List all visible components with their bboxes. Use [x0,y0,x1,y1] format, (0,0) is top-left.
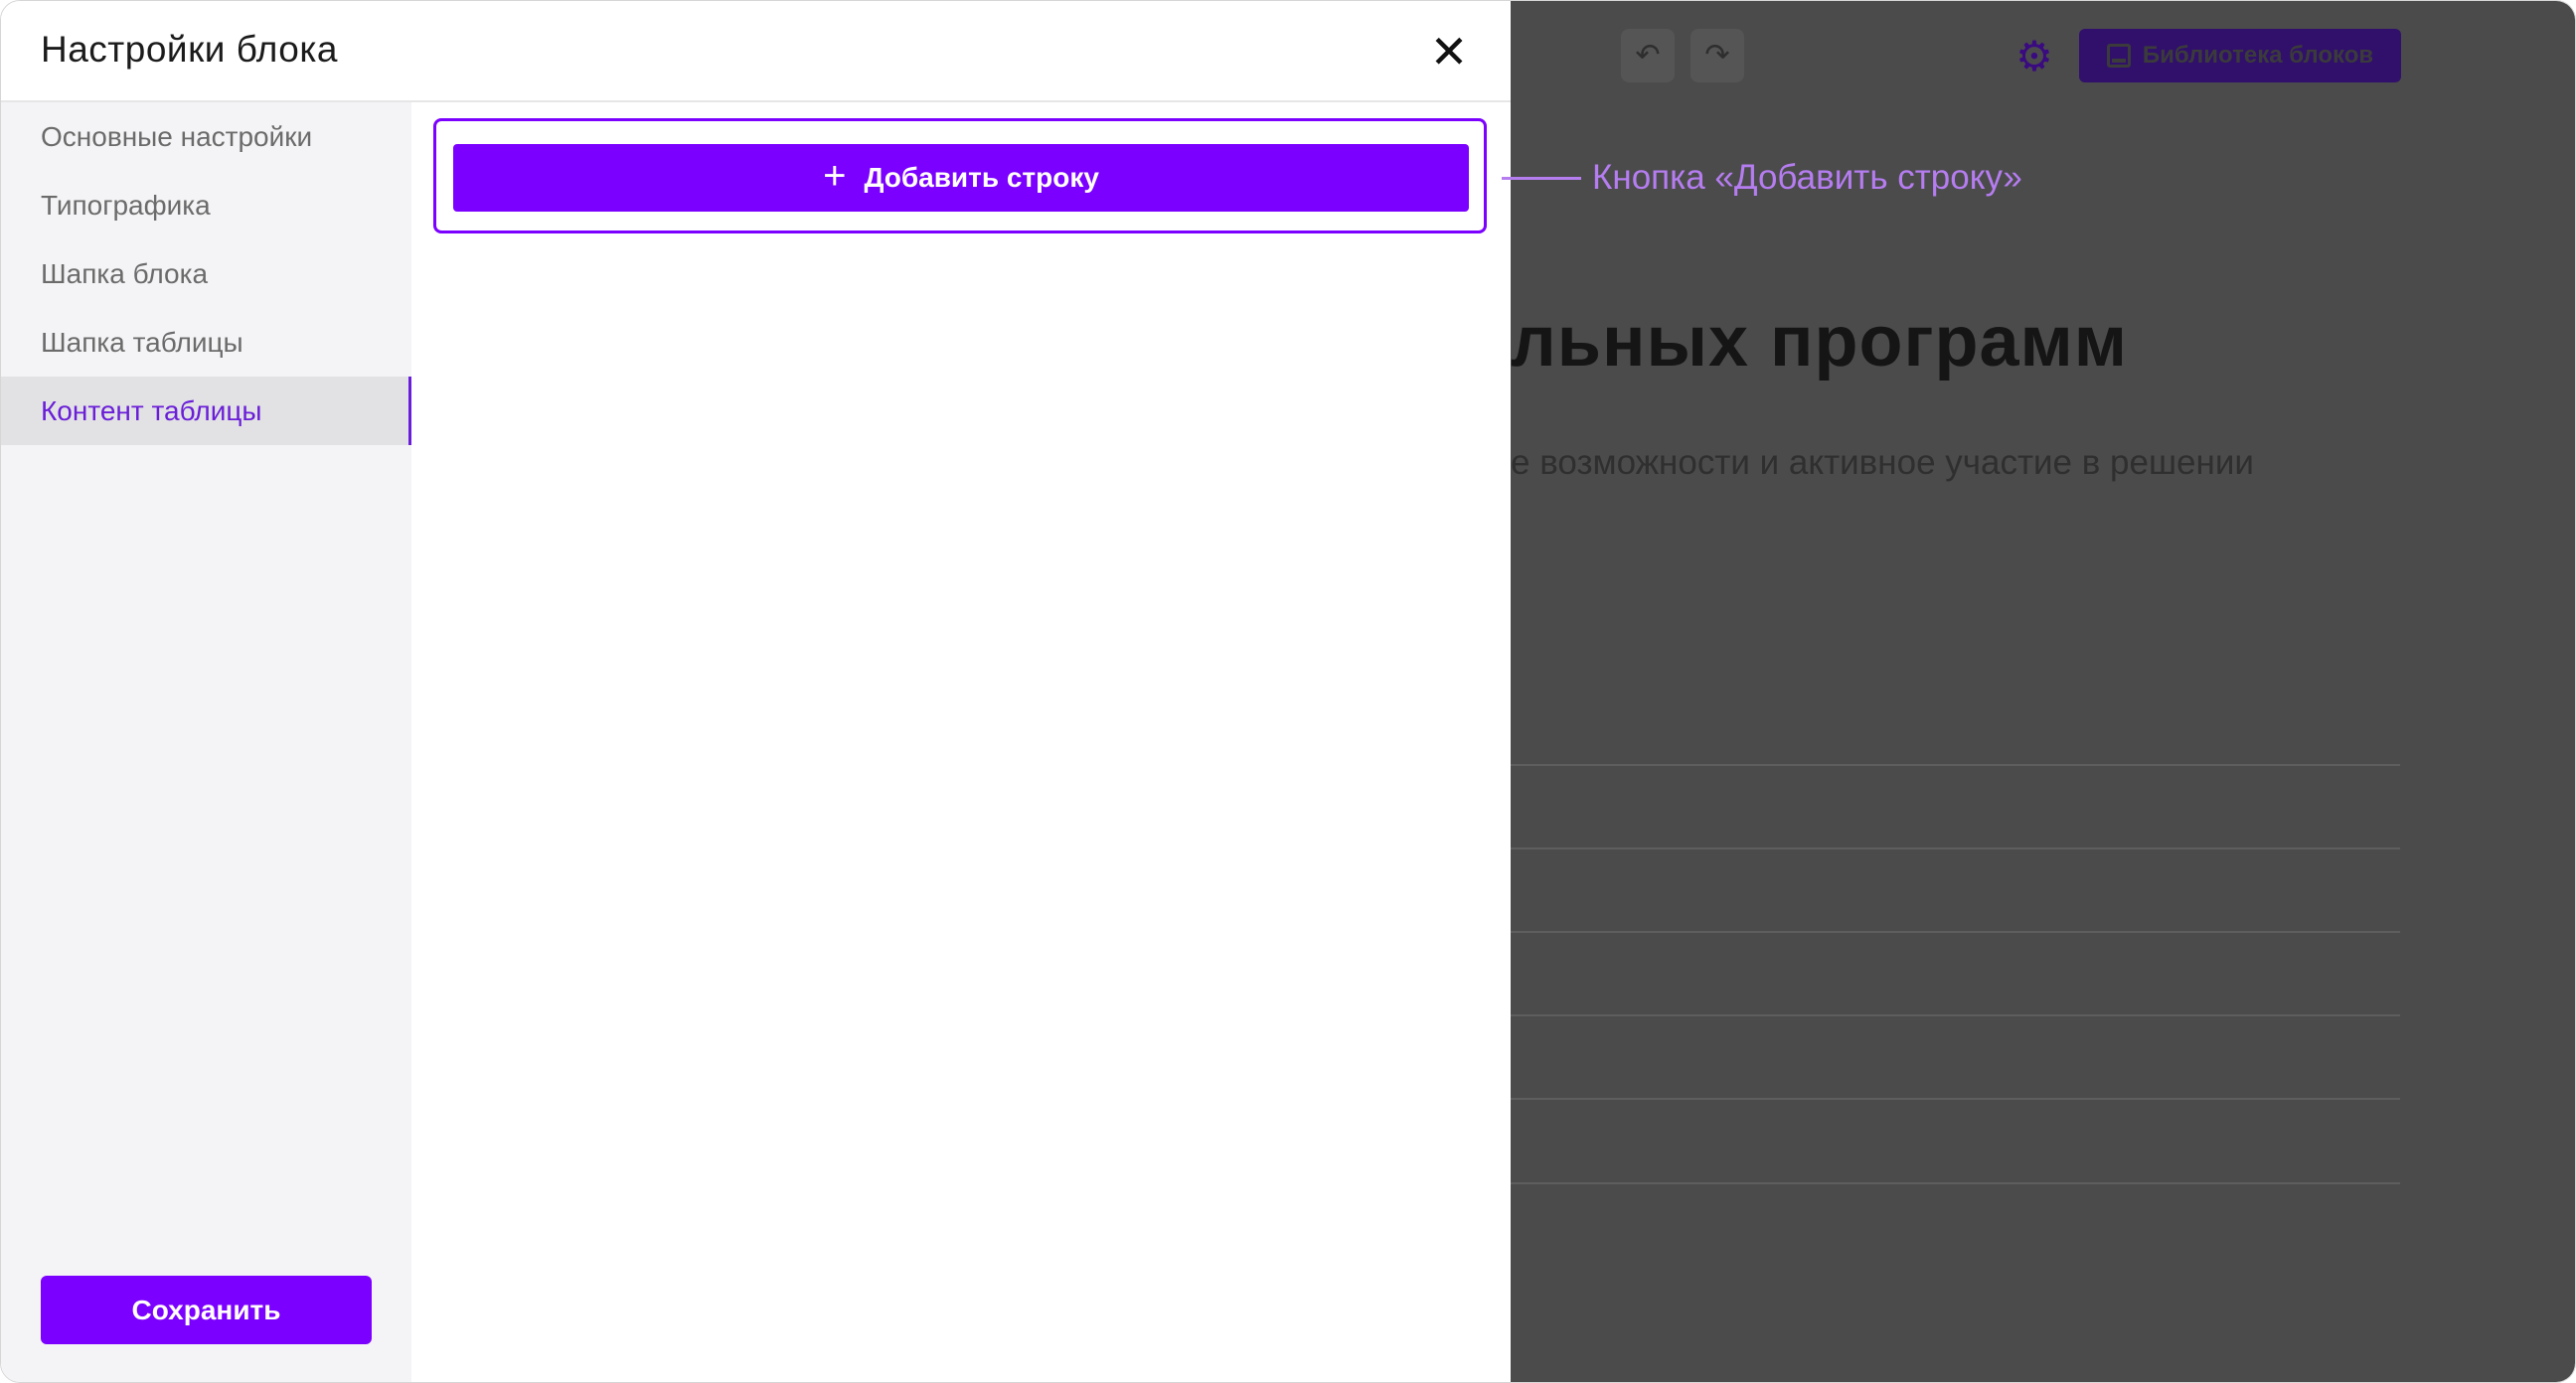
table-row-divider [1511,1014,2400,1016]
image-icon [2106,44,2131,68]
background-page-subtitle: е возможности и активное участие в решен… [1511,443,2254,482]
table-row-divider [1511,1182,2400,1184]
save-button[interactable]: Сохранить [41,1276,372,1344]
undo-icon: ↶ [1621,29,1675,82]
sidebar-item-label: Шапка таблицы [41,326,243,358]
close-icon[interactable]: ✕ [1422,29,1476,75]
settings-sidebar: Основные настройки Типографика Шапка бло… [1,102,411,1382]
table-row-divider [1511,931,2400,933]
table-row-divider [1511,764,2400,766]
add-row-button[interactable]: + Добавить строку [453,144,1469,212]
block-library-label: Библиотека блоков [2142,42,2374,69]
callout-label: Кнопка «Добавить строку» [1592,158,2022,197]
sidebar-item-typography[interactable]: Типографика [1,171,411,239]
table-row-divider [1511,847,2400,849]
block-settings-modal: Настройки блока ✕ Основные настройки Тип… [1,1,1511,1382]
sidebar-item-label: Шапка блока [41,257,209,289]
sidebar-item-block-header[interactable]: Шапка блока [1,239,411,308]
sidebar-item-table-header[interactable]: Шапка таблицы [1,308,411,377]
background-page-overlay: ↶ ↷ ⚙ Библиотека блоков льных программ е… [1511,1,2575,1382]
add-row-label: Добавить строку [864,162,1099,193]
plus-icon: + [823,154,847,198]
modal-title: Настройки блока [41,29,338,70]
background-page-title: льных программ [1511,302,2129,382]
gear-icon: ⚙ [2015,33,2053,79]
sidebar-item-table-content[interactable]: Контент таблицы [1,377,411,445]
sidebar-item-label: Контент таблицы [41,394,262,426]
redo-icon: ↷ [1690,29,1744,82]
sidebar-item-label: Основные настройки [41,120,313,152]
block-library-button: Библиотека блоков [2079,29,2401,82]
table-content-panel: + Добавить строку [411,102,1511,1382]
sidebar-item-label: Типографика [41,189,211,221]
modal-header: Настройки блока ✕ [1,1,1511,102]
app-window: ↶ ↷ ⚙ Библиотека блоков льных программ е… [0,0,2576,1383]
callout-line [1502,177,1581,180]
table-row-divider [1511,1098,2400,1100]
sidebar-item-main-settings[interactable]: Основные настройки [1,102,411,171]
